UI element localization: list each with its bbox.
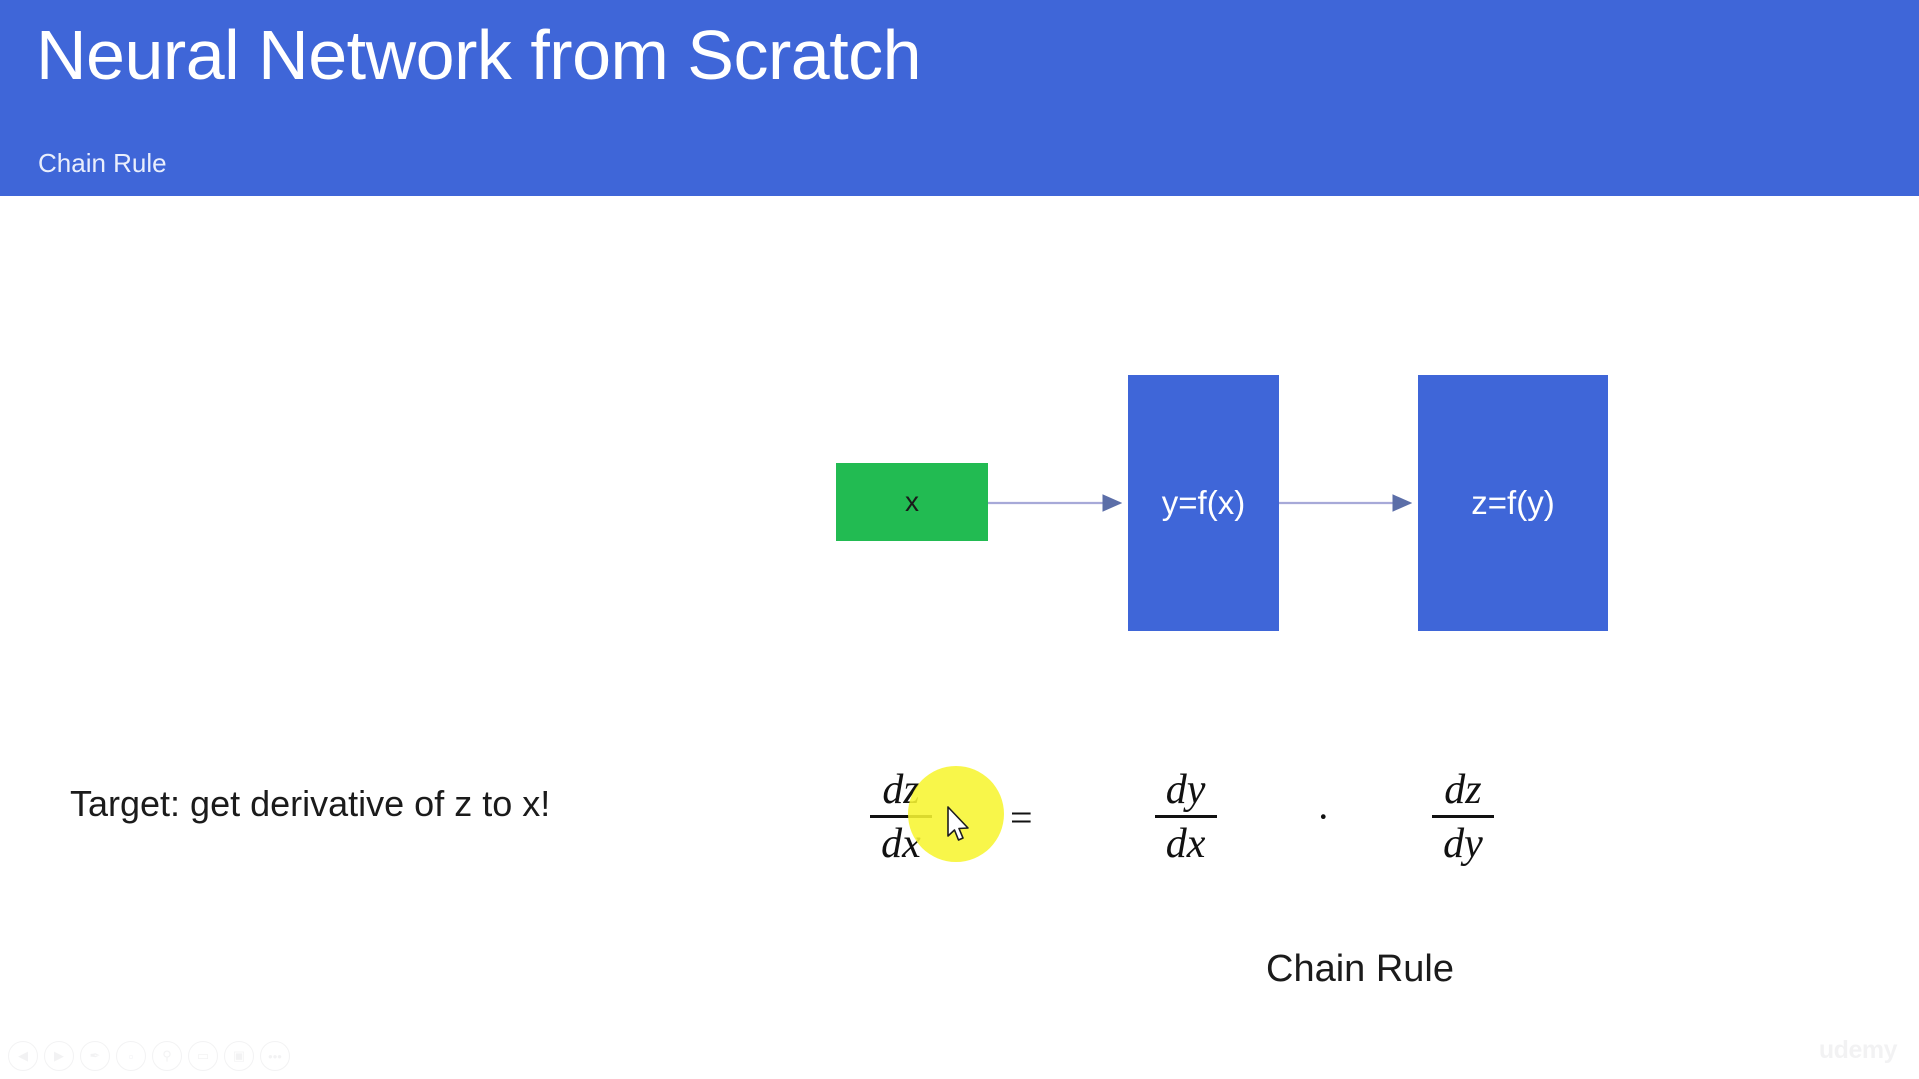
pen-icon: ✒ (89, 1048, 101, 1063)
previous-icon: ◀ (18, 1048, 28, 1063)
fraction-numerator: dy (1165, 767, 1206, 813)
fraction-denominator: dx (1165, 821, 1206, 867)
more-options-button[interactable]: ••• (260, 1041, 290, 1071)
udemy-watermark: udemy (1818, 1036, 1898, 1064)
slide-canvas: Neural Network from Scratch Chain Rule x… (0, 0, 1919, 1079)
mouse-cursor-icon (947, 806, 969, 841)
ellipsis-icon: ••• (268, 1048, 282, 1064)
camera-off-icon: ▣ (232, 1048, 246, 1063)
whiteboard-button[interactable]: ▭ (188, 1041, 218, 1071)
chain-rule-caption: Chain Rule (1266, 948, 1454, 990)
diagram-node-y-of-x: y=f(x) (1128, 375, 1279, 631)
fraction-denominator: dy (1443, 821, 1483, 867)
trash-icon: ▫ (128, 1048, 134, 1064)
fraction-dz-dy: dz dy (1431, 767, 1494, 867)
slide-subtitle: Chain Rule (38, 148, 167, 178)
page-title: Neural Network from Scratch (36, 16, 922, 94)
play-icon: ▶ (54, 1048, 64, 1063)
previous-button[interactable]: ◀ (8, 1041, 38, 1071)
diagram-node-z-of-y: z=f(y) (1418, 375, 1608, 631)
zoom-button[interactable]: ⚲ (152, 1041, 182, 1071)
trash-button[interactable]: ▫ (116, 1041, 146, 1071)
diagram-node-x: x (836, 463, 988, 541)
fraction-dy-dx: dy dx (1154, 767, 1217, 867)
play-button[interactable]: ▶ (44, 1041, 74, 1071)
fraction-numerator: dz (1444, 767, 1482, 813)
annotation-toolbar[interactable]: ◀ ▶ ✒ ▫ ⚲ ▭ ▣ ••• (8, 1041, 290, 1071)
camera-off-button[interactable]: ▣ (224, 1041, 254, 1071)
equals-sign: = (1010, 794, 1033, 840)
pen-tool-button[interactable]: ✒ (80, 1041, 110, 1071)
rectangle-icon: ▭ (196, 1048, 210, 1063)
slide-header: Neural Network from Scratch Chain Rule (0, 0, 1919, 196)
magnifier-icon: ⚲ (162, 1048, 172, 1063)
target-statement: Target: get derivative of z to x! (70, 783, 551, 824)
